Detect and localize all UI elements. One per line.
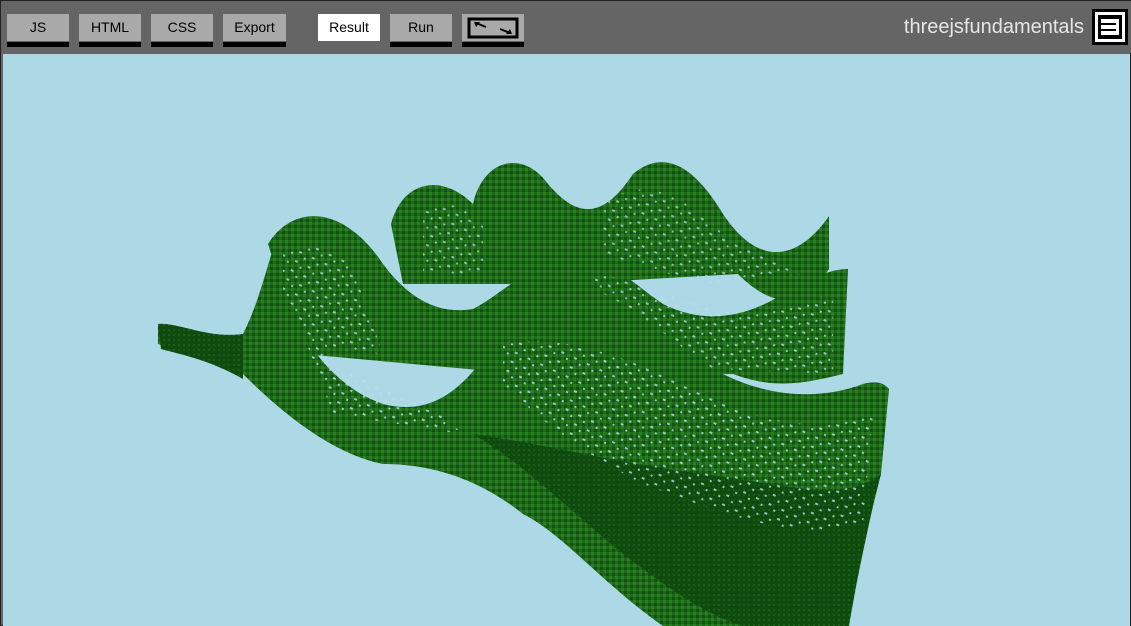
tab-underline <box>7 42 69 47</box>
export-button[interactable]: Export <box>223 14 286 47</box>
result-tab-label: Result <box>329 19 369 35</box>
tab-underline <box>462 42 524 47</box>
css-tab-label: CSS <box>167 19 197 35</box>
export-label: Export <box>234 19 275 35</box>
run-label: Run <box>408 19 434 35</box>
swap-arrows-icon <box>467 17 519 39</box>
tab-underline <box>223 42 286 47</box>
terrain-edge-left <box>158 323 243 379</box>
threejsfundamentals-logo-icon[interactable] <box>1092 9 1128 45</box>
js-tab-button[interactable]: JS <box>7 14 69 47</box>
tab-underline <box>390 42 452 47</box>
tab-underline <box>151 42 213 47</box>
result-tab-button[interactable]: Result <box>318 14 380 41</box>
result-canvas[interactable] <box>3 54 1130 626</box>
html-tab-label: HTML <box>90 19 130 35</box>
voxel-terrain <box>158 162 889 626</box>
tab-underline <box>79 42 141 47</box>
css-tab-button[interactable]: CSS <box>151 14 213 47</box>
run-button[interactable]: Run <box>390 14 452 47</box>
app-window: JS HTML CSS Export Result Run threejsfun… <box>0 0 1131 626</box>
fullscreen-button[interactable] <box>462 14 524 47</box>
toolbar: JS HTML CSS Export Result Run threejsfun… <box>1 1 1131 53</box>
html-tab-button[interactable]: HTML <box>79 14 141 47</box>
brand-name[interactable]: threejsfundamentals <box>904 15 1084 39</box>
js-tab-label: JS <box>29 19 47 35</box>
